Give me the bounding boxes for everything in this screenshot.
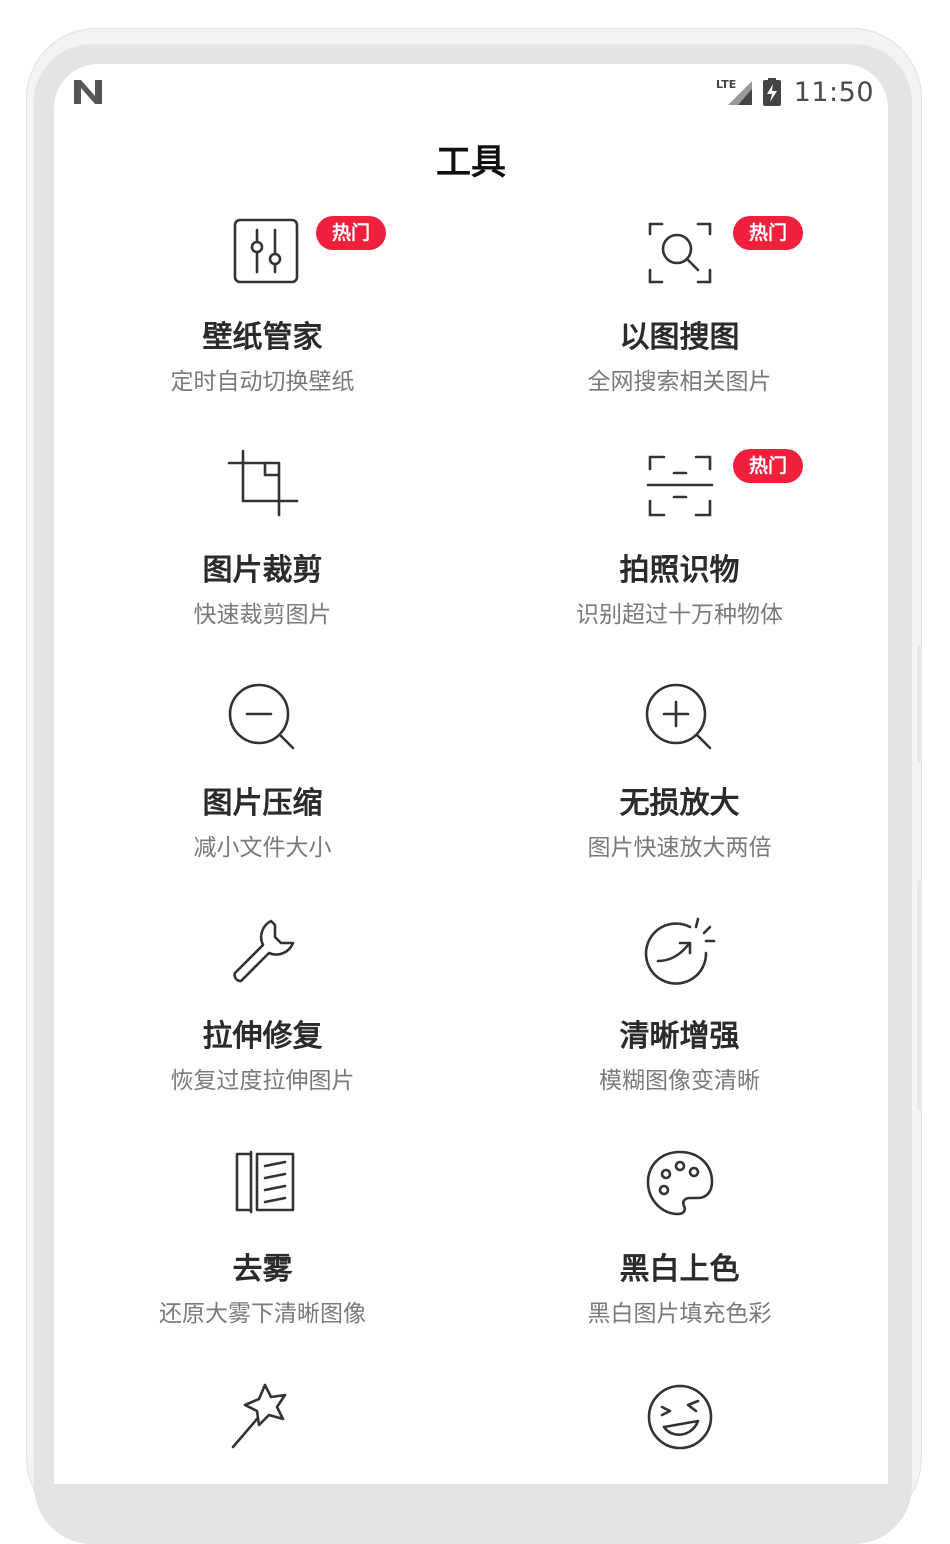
scan-icon — [644, 449, 716, 521]
tool-name: 以图搜图 — [619, 320, 740, 355]
tool-name: 图片裁剪 — [202, 553, 323, 588]
network-label: LTE — [716, 78, 736, 91]
tool-description: 全网搜索相关图片 — [587, 369, 772, 395]
page-title: 工具 — [435, 143, 506, 183]
tool-description: 识别超过十万种物体 — [576, 602, 783, 628]
tool-stretch-repair[interactable]: 拉伸修复 恢复过度拉伸图片 — [54, 915, 471, 1148]
battery-charging-icon — [762, 78, 781, 106]
status-icons: LTE 11:50 — [716, 74, 874, 110]
tool-name: 图片压缩 — [202, 786, 323, 821]
tool-name: 拍照识物 — [619, 553, 740, 588]
tool-description: 黑白图片填充色彩 — [587, 1301, 772, 1327]
magic-wand-icon — [227, 1381, 299, 1453]
notification-n-icon — [74, 80, 102, 104]
tool-compress[interactable]: 图片压缩 减小文件大小 — [54, 682, 471, 915]
tool-name: 去雾 — [232, 1252, 293, 1287]
laugh-face-icon — [644, 1381, 716, 1453]
screen: LTE 11:50 工具 热门 壁纸管家 定时自动切换壁纸 热门 以图搜图 全网… — [54, 64, 888, 1484]
power-button — [917, 880, 922, 1110]
tool-wallpaper-manager[interactable]: 热门 壁纸管家 定时自动切换壁纸 — [54, 216, 471, 449]
tool-dehaze[interactable]: 去雾 还原大雾下清晰图像 — [54, 1148, 471, 1381]
tool-description: 定时自动切换壁纸 — [170, 369, 355, 395]
sliders-icon — [227, 216, 299, 288]
wrench-icon — [227, 915, 299, 987]
zoom-in-icon — [644, 682, 716, 754]
tool-description: 图片快速放大两倍 — [587, 835, 772, 861]
tool-colorize[interactable]: 黑白上色 黑白图片填充色彩 — [471, 1148, 888, 1381]
hot-badge: 热门 — [733, 216, 804, 250]
crop-icon — [227, 449, 299, 521]
palette-icon — [644, 1148, 716, 1220]
dehaze-icon — [227, 1148, 299, 1220]
enhance-icon — [644, 915, 716, 987]
tool-description: 减小文件大小 — [193, 835, 332, 861]
zoom-out-icon — [227, 682, 299, 754]
volume-button — [917, 645, 922, 763]
tool-name: 黑白上色 — [619, 1252, 740, 1287]
tool-magic[interactable] — [54, 1381, 471, 1484]
tool-image-search[interactable]: 热门 以图搜图 全网搜索相关图片 — [471, 216, 888, 449]
tool-name: 无损放大 — [619, 786, 740, 821]
tool-description: 快速裁剪图片 — [193, 602, 332, 628]
tool-description: 模糊图像变清晰 — [599, 1068, 760, 1094]
tool-sharpen[interactable]: 清晰增强 模糊图像变清晰 — [471, 915, 888, 1148]
tool-description: 恢复过度拉伸图片 — [170, 1068, 355, 1094]
tool-description: 还原大雾下清晰图像 — [159, 1301, 366, 1327]
tool-fun[interactable] — [471, 1381, 888, 1484]
tool-name: 拉伸修复 — [202, 1019, 323, 1054]
tool-name: 清晰增强 — [619, 1019, 740, 1054]
tool-name: 壁纸管家 — [202, 320, 323, 355]
tool-object-recognition[interactable]: 热门 拍照识物 识别超过十万种物体 — [471, 449, 888, 682]
hot-badge: 热门 — [316, 216, 387, 250]
hot-badge: 热门 — [733, 449, 804, 483]
status-time: 11:50 — [793, 76, 874, 108]
status-bar: LTE 11:50 — [54, 64, 888, 124]
tool-lossless-upscale[interactable]: 无损放大 图片快速放大两倍 — [471, 682, 888, 915]
lte-signal-icon: LTE — [716, 78, 752, 105]
image-search-icon — [644, 216, 716, 288]
tool-crop[interactable]: 图片裁剪 快速裁剪图片 — [54, 449, 471, 682]
